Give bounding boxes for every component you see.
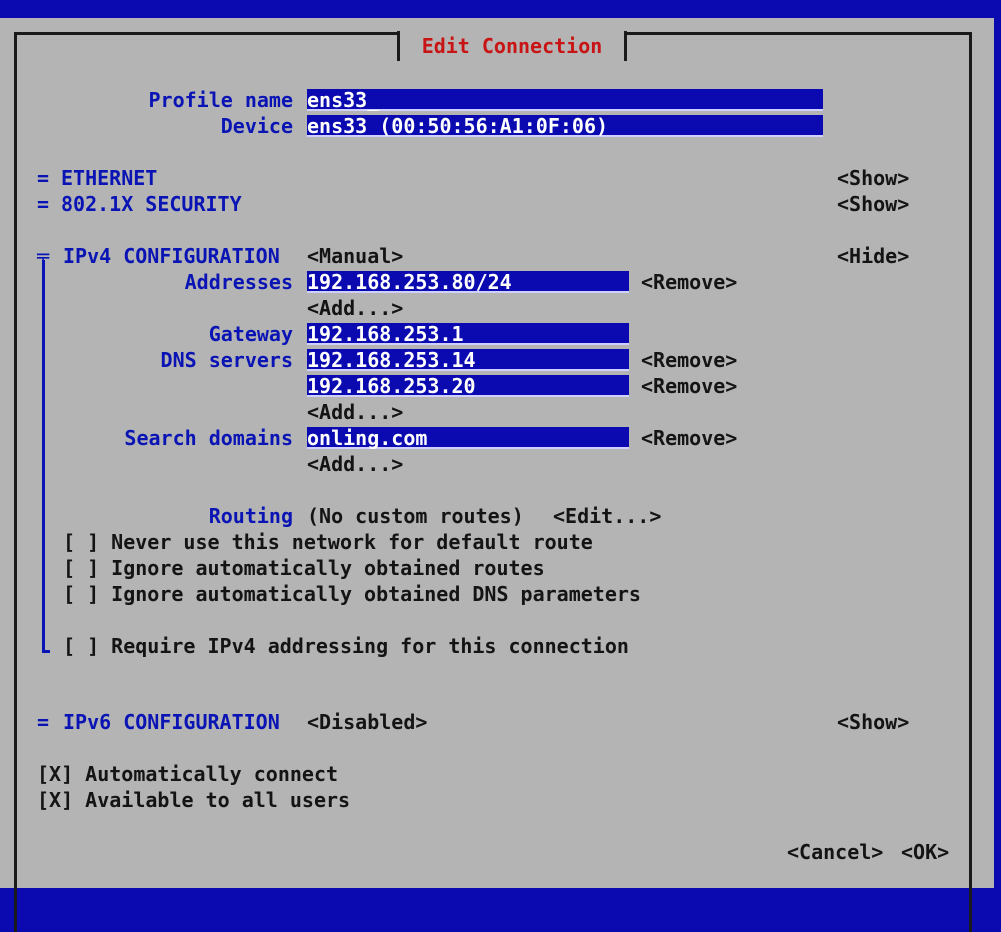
search-domain-add-button[interactable]: <Add...> — [307, 451, 403, 477]
address-input[interactable]: 192.168.253.80/24 — [307, 271, 629, 293]
ipv4-hide-button[interactable]: <Hide> — [837, 243, 909, 269]
address-add-button[interactable]: <Add...> — [307, 295, 403, 321]
require-ipv4-checkbox[interactable]: [ ] Require IPv4 addressing for this con… — [63, 633, 629, 659]
dns-server-input-2[interactable]: 192.168.253.20 — [307, 375, 629, 397]
dns-server-input-1[interactable]: 192.168.253.14 — [307, 349, 629, 371]
routing-edit-button[interactable]: <Edit...> — [553, 503, 661, 529]
profile-name-input[interactable]: ens33_ — [307, 89, 823, 111]
ok-button[interactable]: <OK> — [901, 839, 949, 865]
ipv4-section-bracket-end — [42, 650, 50, 653]
ethernet-section-label: ETHERNET — [61, 166, 158, 190]
ipv4-mode-dropdown[interactable]: <Manual> — [307, 243, 403, 269]
auto-connect-checkbox[interactable]: [X] Automatically connect — [37, 761, 338, 787]
routing-label: Routing — [208, 504, 293, 528]
gateway-label: Gateway — [208, 322, 293, 346]
ethernet-show-button[interactable]: <Show> — [837, 165, 909, 191]
ignore-dns-checkbox[interactable]: [ ] Ignore automatically obtained DNS pa… — [63, 581, 641, 607]
security-show-button[interactable]: <Show> — [837, 191, 909, 217]
never-default-route-checkbox[interactable]: [ ] Never use this network for default r… — [63, 529, 593, 555]
security-marker: = — [37, 192, 50, 216]
addresses-label: Addresses — [184, 270, 293, 294]
dns-servers-label: DNS servers — [160, 348, 293, 372]
dns-server-remove-button-1[interactable]: <Remove> — [641, 347, 737, 373]
address-remove-button[interactable]: <Remove> — [641, 269, 737, 295]
dialog-title: Edit Connection — [397, 31, 627, 61]
edit-connection-dialog: Edit Connection Profile name ens33_ Devi… — [0, 18, 994, 932]
ipv6-mode-dropdown[interactable]: <Disabled> — [307, 709, 427, 735]
search-domain-input[interactable]: onling.com — [307, 427, 629, 449]
cancel-button[interactable]: <Cancel> — [787, 839, 883, 865]
dialog-frame: Edit Connection Profile name ens33_ Devi… — [14, 31, 972, 932]
ipv6-show-button[interactable]: <Show> — [837, 709, 909, 735]
security-section-label: 802.1X SECURITY — [61, 192, 242, 216]
ipv6-section-label: IPv6 CONFIGURATION — [63, 710, 280, 734]
gateway-input[interactable]: 192.168.253.1 — [307, 323, 629, 345]
dns-server-remove-button-2[interactable]: <Remove> — [641, 373, 737, 399]
device-label: Device — [220, 114, 293, 138]
all-users-checkbox[interactable]: [X] Available to all users — [37, 787, 350, 813]
ipv6-marker: = — [37, 710, 50, 734]
dns-server-add-button[interactable]: <Add...> — [307, 399, 403, 425]
search-domains-label: Search domains — [124, 426, 293, 450]
ignore-routes-checkbox[interactable]: [ ] Ignore automatically obtained routes — [63, 555, 545, 581]
search-domain-remove-button[interactable]: <Remove> — [641, 425, 737, 451]
routing-value: (No custom routes) — [307, 504, 524, 528]
ipv4-section-label: IPv4 CONFIGURATION — [63, 244, 280, 268]
profile-name-label: Profile name — [148, 88, 294, 112]
device-input[interactable]: ens33 (00:50:56:A1:0F:06) — [307, 115, 823, 137]
ipv4-section-bracket — [42, 260, 45, 650]
ethernet-marker: = — [37, 166, 50, 190]
